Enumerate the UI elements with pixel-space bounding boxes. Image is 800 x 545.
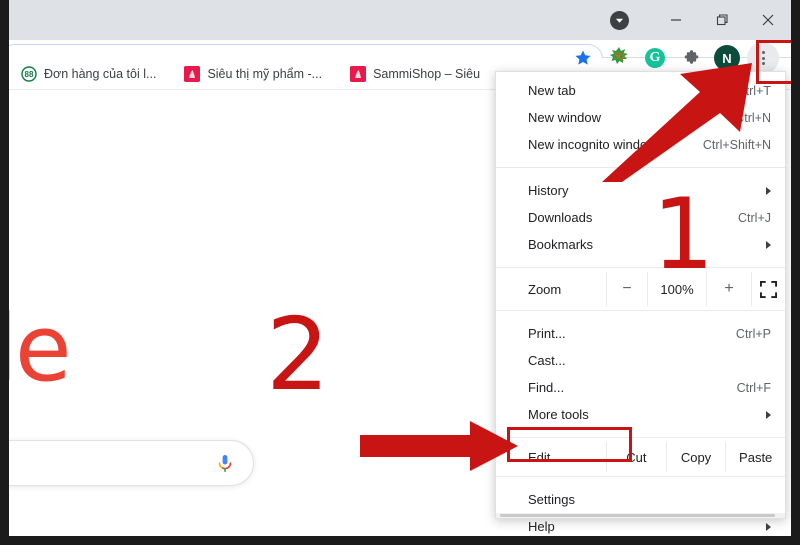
menu-scrollbar[interactable]: [496, 513, 785, 518]
menu-group-new: New tab Ctrl+T New window Ctrl+N New inc…: [496, 72, 785, 163]
google-logo: gle: [9, 295, 72, 402]
microphone-icon[interactable]: [215, 453, 235, 475]
three-dots-icon: [747, 42, 779, 74]
svg-text:SQ: SQ: [614, 51, 625, 61]
menu-item-accelerator: Ctrl+P: [735, 326, 771, 341]
menu-item-accelerator: Ctrl+T: [736, 83, 771, 98]
chevron-right-icon: [766, 410, 771, 419]
zoom-out-button[interactable]: −: [606, 272, 647, 306]
menu-item-bookmarks[interactable]: Bookmarks: [496, 231, 785, 258]
menu-item-settings[interactable]: Settings: [496, 486, 785, 513]
bookmark-favicon-icon: [184, 65, 201, 82]
menu-separator: [496, 310, 785, 311]
chevron-right-icon: [766, 186, 771, 195]
menu-item-accelerator: Ctrl+Shift+N: [702, 137, 771, 152]
menu-item-label: Print...: [528, 326, 566, 341]
avatar-initial: N: [714, 45, 740, 71]
menu-group-browse: History Downloads Ctrl+J Bookmarks: [496, 172, 785, 263]
menu-item-downloads[interactable]: Downloads Ctrl+J: [496, 204, 785, 231]
grammarly-g-label: G: [645, 48, 665, 68]
menu-item-label: Bookmarks: [528, 237, 594, 252]
menu-row-zoom: Zoom − 100% +: [496, 272, 785, 306]
bookmark-item[interactable]: SammiShop – Siêu: [346, 63, 488, 85]
bookmark-label: Siêu thị mỹ phẩm -...: [207, 66, 323, 81]
bookmark-favicon-icon: 88: [21, 65, 37, 82]
menu-item-accelerator: Ctrl+N: [735, 110, 771, 125]
menu-item-new-window[interactable]: New window Ctrl+N: [496, 104, 785, 131]
fullscreen-button[interactable]: [751, 272, 785, 306]
zoom-in-button[interactable]: +: [706, 272, 751, 306]
menu-item-label: New tab: [528, 83, 576, 98]
menu-item-cast[interactable]: Cast...: [496, 347, 785, 374]
menu-item-new-tab[interactable]: New tab Ctrl+T: [496, 77, 785, 104]
restore-button[interactable]: [699, 0, 745, 40]
minimize-button[interactable]: [653, 0, 699, 40]
edit-copy-button[interactable]: Copy: [665, 442, 726, 472]
menu-item-label: New incognito window: [528, 137, 657, 152]
zoom-label: Zoom: [496, 272, 606, 306]
browser-window-screenshot: SQ G N 88 Đơn hàng của tôi l... Siêu thị…: [0, 0, 800, 545]
menu-item-new-incognito-window[interactable]: New incognito window Ctrl+Shift+N: [496, 131, 785, 158]
window-right-border: [791, 0, 800, 545]
zoom-percent-value: 100%: [647, 272, 706, 306]
window-left-border: [0, 0, 9, 545]
menu-item-label: Find...: [528, 380, 565, 395]
chevron-right-icon: [766, 522, 771, 531]
chevron-right-icon: [766, 240, 771, 249]
menu-separator: [496, 167, 785, 168]
menu-group-tools: Print... Ctrl+P Cast... Find... Ctrl+F M…: [496, 315, 785, 433]
edit-label-text: Edit: [528, 449, 551, 465]
chrome-main-menu: New tab Ctrl+T New window Ctrl+N New inc…: [495, 71, 786, 534]
menu-item-label: More tools: [528, 407, 589, 422]
bookmark-label: Đơn hàng của tôi l...: [44, 66, 157, 81]
menu-item-history[interactable]: History: [496, 177, 785, 204]
menu-separator: [496, 476, 785, 477]
edit-label: Edit: [496, 442, 606, 472]
menu-item-label: History: [528, 183, 569, 198]
menu-item-label: Cast...: [528, 353, 566, 368]
bookmark-favicon-icon: [350, 65, 367, 82]
window-bottom-border: [0, 536, 800, 545]
edit-paste-button[interactable]: Paste: [725, 442, 785, 472]
logo-letter-e: e: [14, 295, 72, 402]
bookmark-label: SammiShop – Siêu: [373, 66, 481, 81]
menu-separator: [496, 267, 785, 268]
menu-row-edit: Edit Cut Copy Paste: [496, 442, 785, 472]
menu-separator: [496, 437, 785, 438]
edit-cut-button[interactable]: Cut: [606, 442, 666, 472]
shopee-extension-label: SQ: [609, 46, 629, 71]
close-button[interactable]: [745, 0, 791, 40]
menu-item-label: New window: [528, 110, 601, 125]
svg-text:88: 88: [25, 70, 34, 79]
zoom-label-text: Zoom: [528, 281, 562, 297]
bookmark-item[interactable]: Siêu thị mỹ phẩm -...: [180, 63, 330, 85]
menu-item-label: Downloads: [528, 210, 593, 225]
tab-search-icon[interactable]: [610, 11, 629, 30]
menu-item-accelerator: Ctrl+F: [736, 380, 771, 395]
menu-item-more-tools[interactable]: More tools: [496, 401, 785, 428]
menu-item-label: Help: [528, 519, 555, 534]
menu-item-accelerator: Ctrl+J: [738, 210, 771, 225]
window-controls: [653, 0, 791, 40]
bookmark-item[interactable]: 88 Đơn hàng của tôi l...: [17, 63, 164, 85]
menu-item-print[interactable]: Print... Ctrl+P: [496, 320, 785, 347]
menu-item-label: Settings: [528, 492, 575, 507]
title-bar: [0, 0, 800, 40]
menu-item-find[interactable]: Find... Ctrl+F: [496, 374, 785, 401]
